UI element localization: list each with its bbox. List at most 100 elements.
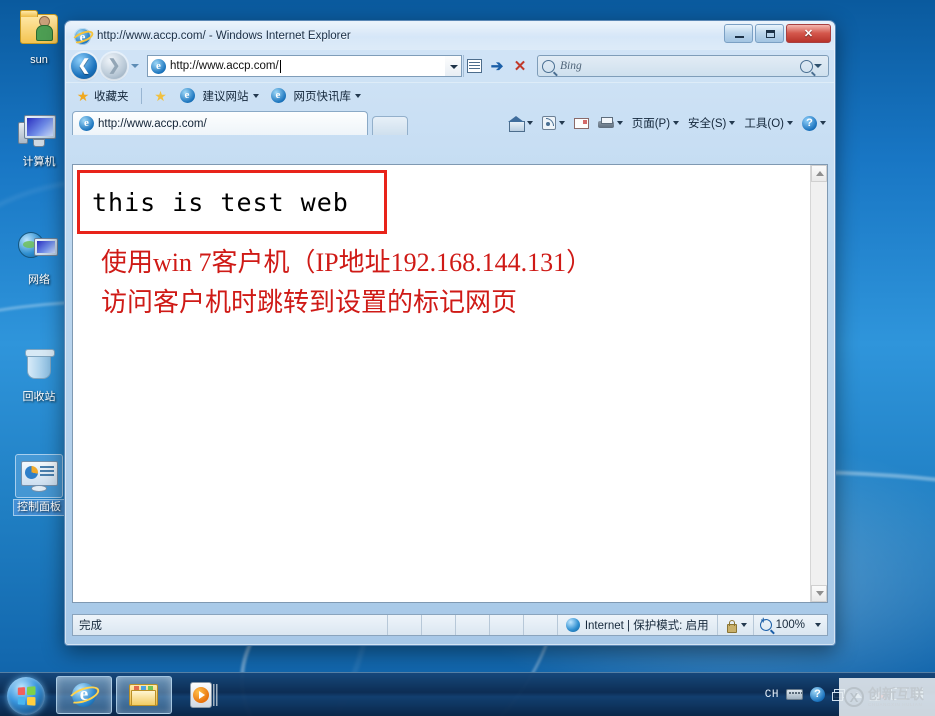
home-button[interactable] — [504, 114, 537, 132]
ie-icon — [151, 58, 166, 74]
page-heading: this is test web — [92, 187, 349, 217]
tab-bar[interactable]: http://www.accp.com/ 页面(P) 安全(S) 工具(O) — [66, 108, 834, 135]
address-value: http://www.accp.com/ — [170, 60, 279, 72]
window-controls[interactable]: ✕ — [724, 24, 831, 43]
address-dropdown-button[interactable] — [445, 55, 462, 77]
print-button[interactable] — [594, 115, 627, 132]
security-zone-label: Internet | 保护模式: 启用 — [584, 620, 709, 632]
add-to-favorites-bar-button[interactable]: ★ — [150, 88, 172, 104]
search-icon — [542, 59, 555, 73]
compatibility-view-icon — [467, 59, 482, 73]
mail-button[interactable] — [570, 116, 593, 131]
favorites-item-label: 建议网站 — [202, 90, 249, 103]
ime-indicator[interactable]: CH — [765, 689, 779, 701]
favorites-item-suggested-sites[interactable]: 建议网站 — [176, 87, 263, 105]
status-bar: 完成 Internet | 保护模式: 启用 100% — [72, 614, 828, 636]
add-star-icon: ★ — [154, 87, 167, 104]
title-bar[interactable]: http://www.accp.com/ - Windows Internet … — [66, 22, 834, 50]
chevron-down-icon — [526, 121, 533, 125]
annotation-line-2: 访问客户机时跳转到设置的标记网页 — [101, 288, 518, 317]
chevron-down-icon — [616, 121, 623, 125]
recycle-bin-icon — [16, 345, 62, 387]
help-icon — [802, 115, 817, 131]
user-folder-icon — [16, 8, 62, 50]
ie-icon — [179, 88, 195, 103]
safety-menu-label: 安全(S) — [688, 118, 727, 130]
desktop-icon-label: sun — [30, 54, 48, 66]
page-menu-label: 页面(P) — [631, 118, 671, 130]
stop-button[interactable]: ✕ — [509, 55, 531, 77]
chevron-down-icon — [740, 623, 747, 627]
help-icon[interactable] — [810, 687, 825, 702]
internet-explorer-icon — [70, 27, 96, 46]
favorites-item-label: 网页快讯库 — [293, 90, 352, 103]
windows-explorer-icon — [129, 682, 159, 708]
compatibility-view-button[interactable] — [463, 55, 485, 77]
desktop-icon-label: 网络 — [28, 274, 50, 286]
web-page[interactable]: this is test web 使用win 7客户机（IP地址192.168.… — [73, 165, 810, 602]
safety-menu-button[interactable]: 安全(S) — [684, 113, 739, 133]
divider — [140, 87, 142, 104]
address-bar[interactable]: http://www.accp.com/ — [147, 55, 462, 77]
control-panel-icon — [15, 454, 63, 498]
search-box[interactable]: Bing — [537, 55, 829, 77]
search-placeholder: Bing — [560, 60, 582, 72]
scroll-down-button[interactable] — [811, 585, 827, 602]
recent-pages-button[interactable] — [127, 53, 143, 79]
scroll-up-button[interactable] — [811, 165, 827, 182]
protected-mode-button[interactable] — [716, 615, 753, 635]
go-button[interactable]: ➔ — [486, 55, 508, 77]
back-arrow-icon: ❮ — [77, 57, 91, 74]
help-button[interactable] — [798, 114, 830, 133]
internet-explorer-window[interactable]: http://www.accp.com/ - Windows Internet … — [64, 20, 836, 646]
windows-logo-icon — [7, 676, 45, 715]
star-icon: ★ — [76, 87, 90, 104]
page-content-area[interactable]: this is test web 使用win 7客户机（IP地址192.168.… — [72, 164, 828, 603]
keyboard-icon[interactable] — [786, 689, 803, 700]
favorites-bar[interactable]: ★ 收藏夹 ★ 建议网站 网页快讯库 — [66, 82, 834, 108]
tools-menu-button[interactable]: 工具(O) — [740, 113, 797, 133]
zoom-level: 100% — [775, 619, 805, 631]
forward-button[interactable]: ❯ — [101, 53, 127, 79]
ie-icon — [270, 88, 286, 103]
internet-zone-icon — [565, 618, 580, 632]
security-zone[interactable]: Internet | 保护模式: 启用 — [556, 615, 717, 635]
tab-active[interactable]: http://www.accp.com/ — [72, 111, 368, 135]
address-input[interactable]: http://www.accp.com/ — [147, 55, 445, 77]
zoom-control[interactable]: 100% — [752, 615, 827, 635]
taskbar-item-media-player[interactable] — [176, 676, 232, 714]
zoom-icon — [759, 615, 772, 631]
vertical-scrollbar[interactable] — [810, 165, 827, 602]
close-button[interactable]: ✕ — [786, 24, 831, 43]
taskbar-item-windows-explorer[interactable] — [116, 675, 172, 714]
favorites-button[interactable]: ★ 收藏夹 — [72, 87, 133, 105]
annotation-line-1: 使用win 7客户机（IP地址192.168.144.131） — [101, 248, 593, 277]
tools-menu-label: 工具(O) — [744, 118, 784, 130]
back-button[interactable]: ❮ — [71, 53, 97, 79]
forward-arrow-icon: ❯ — [107, 57, 121, 74]
command-bar[interactable]: 页面(P) 安全(S) 工具(O) — [504, 113, 830, 133]
mail-icon — [573, 117, 589, 129]
feeds-button[interactable] — [538, 114, 569, 132]
computer-icon — [16, 110, 62, 152]
favorites-item-web-slice-gallery[interactable]: 网页快讯库 — [267, 87, 366, 105]
close-icon: ✕ — [803, 28, 814, 40]
taskbar-item-internet-explorer[interactable] — [56, 675, 112, 714]
start-button[interactable] — [2, 675, 52, 715]
desktop-icon-label: 计算机 — [22, 156, 56, 168]
restore-button[interactable] — [755, 24, 784, 43]
search-provider-dropdown[interactable] — [813, 55, 824, 77]
network-icon — [16, 228, 62, 270]
go-arrow-icon: ➔ — [490, 58, 504, 75]
chevron-down-icon — [558, 121, 565, 125]
page-menu-button[interactable]: 页面(P) — [628, 113, 683, 133]
watermark: 创新互联 CHUANGXIN HULIAN — [839, 678, 935, 716]
search-submit-icon[interactable] — [800, 59, 813, 73]
new-tab-button[interactable] — [372, 116, 408, 135]
minimize-button[interactable] — [724, 24, 753, 43]
navigation-bar[interactable]: ❮ ❯ http://www.accp.com/ ➔ ✕ Bing — [66, 50, 834, 82]
print-icon — [597, 116, 614, 130]
chevron-down-icon — [729, 121, 736, 125]
taskbar[interactable]: CH ✕ 创新互联 CHUANGXIN HULIAN — [0, 672, 935, 716]
lock-icon — [724, 619, 737, 633]
